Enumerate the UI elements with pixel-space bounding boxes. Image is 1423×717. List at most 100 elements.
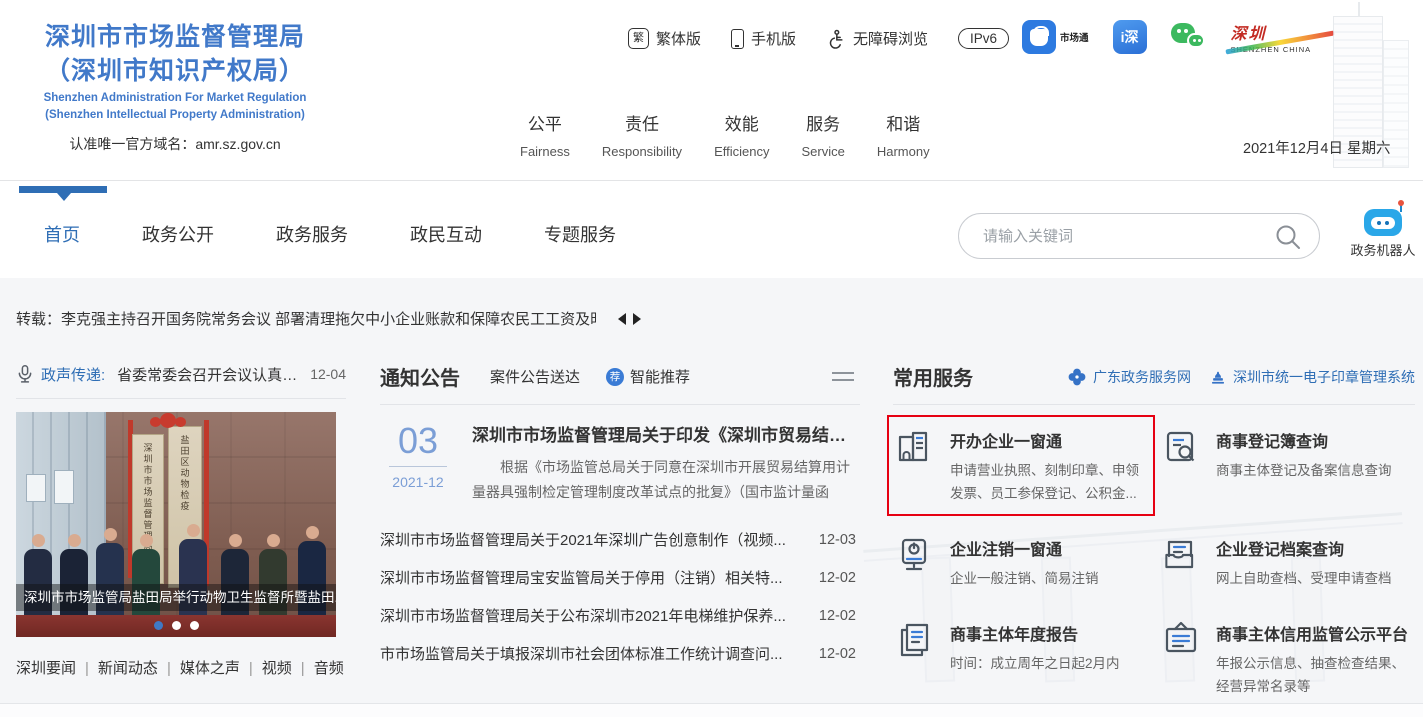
carousel-dots <box>16 621 336 630</box>
slogan-service: 服务 Service <box>801 115 845 159</box>
stamp-icon <box>1209 368 1227 386</box>
service-card-archive-query[interactable]: 企业登记档案查询 网上自助查档、受理申请查档 <box>1159 534 1415 590</box>
mobile-version-link[interactable]: 手机版 <box>731 28 796 49</box>
featured-notice[interactable]: 03 2021-12 深圳市市场监督管理局关于印发《深圳市贸易结算... 根据《… <box>380 421 860 505</box>
ticker-prev-icon[interactable] <box>618 312 626 325</box>
header-quick-links: 繁 繁体版 手机版 无障碍浏览 IPv6 <box>628 28 1010 49</box>
power-device-icon <box>893 534 937 578</box>
news-carousel-photo[interactable]: 深圳市市场监督管理局 盐田区动物检疫 深圳市市场监管局盐田局举行动物卫生监督所暨… <box>16 412 336 637</box>
nav-item-interaction[interactable]: 政民互动 <box>410 221 482 247</box>
business-building-icon <box>893 426 937 470</box>
guangdong-gov-service-link[interactable]: 广东政务服务网 <box>1067 367 1191 387</box>
services-divider <box>893 404 1415 405</box>
shichangtong-app-icon[interactable]: 市场通 <box>1022 20 1089 54</box>
more-list-icon[interactable] <box>832 367 854 386</box>
current-date: 2021年12月4日 星期六 <box>1243 141 1391 157</box>
pinwheel-icon <box>1067 367 1087 387</box>
notice-list: 深圳市市场监督管理局关于2021年深圳广告创意制作（视频... 12-03 深圳… <box>380 513 860 665</box>
service-card-credit-platform[interactable]: 商事主体信用监管公示平台 年报公示信息、抽查检查结果、经营异常名录等 <box>1159 619 1415 698</box>
notice-row[interactable]: 深圳市市场监督管理局关于公布深圳市2021年电梯维护保养... 12-02 <box>380 589 860 627</box>
service-card-deregister[interactable]: 企业注销一窗通 企业一般注销、简易注销 <box>893 534 1159 590</box>
site-header: 深圳市市场监督管理局 （深圳市知识产权局） Shenzhen Administr… <box>0 0 1423 180</box>
notice-row[interactable]: 深圳市市场监督管理局宝安监管局关于停用（注销）相关特... 12-02 <box>380 551 860 589</box>
wechat-icon[interactable] <box>1170 21 1207 53</box>
archive-tray-icon <box>1159 534 1203 578</box>
main-content: 转载：李克强主持召开国务院常务会议 部署清理拖欠中小企业账款和保障农民工工资及时… <box>0 278 1423 703</box>
ticker-headline[interactable]: 转载：李克强主持召开国务院常务会议 部署清理拖欠中小企业账款和保障农民工工资及时… <box>16 308 596 329</box>
accessibility-label: 无障碍浏览 <box>853 31 929 48</box>
notice-row[interactable]: 市市场监管局关于填报深圳市社会团体标准工作统计调查问... 12-02 <box>380 627 860 665</box>
site-logo[interactable]: 深圳市市场监督管理局 （深圳市知识产权局） Shenzhen Administr… <box>25 20 325 154</box>
notices-divider <box>380 404 860 405</box>
slogan-row: 公平 Fairness 责任 Responsibility 效能 Efficiency… <box>520 110 930 159</box>
ipv6-badge[interactable]: IPv6 <box>958 28 1010 49</box>
news-divider <box>16 398 346 399</box>
traditional-icon: 繁 <box>628 28 649 49</box>
carousel-dot-1[interactable] <box>153 621 163 630</box>
link-audio[interactable]: 音频 <box>314 657 344 678</box>
logo-title-line1: 深圳市市场监督管理局 <box>44 23 305 51</box>
policy-voice-headline[interactable]: 省委常委会召开会议认真学... <box>117 364 302 385</box>
service-card-registry-query[interactable]: 商事登记簿查询 商事主体登记及备案信息查询 <box>1159 426 1415 505</box>
search-box <box>958 213 1320 259</box>
ishenzhen-app-icon[interactable]: i深 <box>1112 20 1147 54</box>
policy-voice-date: 12-04 <box>310 366 346 382</box>
mobile-label: 手机版 <box>751 31 797 48</box>
search-icon[interactable] <box>1273 222 1303 252</box>
slogan-harmony: 和谐 Harmony <box>876 115 930 159</box>
news-ticker: 转载：李克强主持召开国务院常务会议 部署清理拖欠中小企业账款和保障农民工工资及时… <box>16 308 641 329</box>
page: 深圳市市场监督管理局 （深圳市知识产权局） Shenzhen Administr… <box>0 0 1423 717</box>
service-card-annual-report[interactable]: 商事主体年度报告 时间：成立周年之日起2月内 <box>893 619 1159 698</box>
featured-notice-title[interactable]: 深圳市市场监督管理局关于印发《深圳市贸易结算... <box>472 421 860 446</box>
link-shenzhen-news[interactable]: 深圳要闻 <box>16 657 98 678</box>
nav-item-home[interactable]: 首页 <box>44 221 80 247</box>
nav-item-gov-disclosure[interactable]: 政务公开 <box>142 221 214 247</box>
search-input[interactable] <box>983 224 1263 248</box>
featured-month: 2021-12 <box>392 474 444 490</box>
services-title: 常用服务 <box>893 368 973 390</box>
phone-icon <box>731 28 745 49</box>
featured-notice-excerpt: 根据《市场监管总局关于同意在深圳市开展贸易结算用计量器具强制检定管理制度改革试点… <box>472 459 850 500</box>
logo-title-line2: （深圳市知识产权局） <box>44 57 305 85</box>
link-news-updates[interactable]: 新闻动态 <box>98 657 180 678</box>
carousel-dot-3[interactable] <box>189 621 199 630</box>
eseal-system-link[interactable]: 深圳市统一电子印章管理系统 <box>1209 367 1415 387</box>
main-nav: 首页 政务公开 政务服务 政民互动 专题服务 政务机器人 <box>0 180 1423 278</box>
robot-label: 政务机器人 <box>1350 243 1416 258</box>
link-video[interactable]: 视频 <box>262 657 314 678</box>
nav-item-gov-services[interactable]: 政务服务 <box>276 221 348 247</box>
robot-icon <box>1364 200 1404 236</box>
logo-subtitle-line2: (Shenzhen Intellectual Property Administ… <box>45 109 305 121</box>
featured-day: 03 <box>397 420 439 461</box>
recommend-badge-icon: 荐 <box>606 367 625 386</box>
traditional-version-link[interactable]: 繁 繁体版 <box>628 28 701 49</box>
carousel-caption[interactable]: 深圳市市场监管局盐田局举行动物卫生监督所暨盐田... <box>16 584 336 611</box>
nav-item-special-services[interactable]: 专题服务 <box>544 221 616 247</box>
shichangtong-icon <box>1022 20 1056 54</box>
notice-row[interactable]: 深圳市市场监督管理局关于2021年深圳广告创意制作（视频... 12-03 <box>380 513 860 551</box>
gov-robot-assistant[interactable]: 政务机器人 <box>1346 200 1420 259</box>
ticker-next-icon[interactable] <box>633 312 641 325</box>
smart-recommend-toggle[interactable]: 荐 智能推荐 <box>606 366 690 387</box>
notices-column: 通知公告 案件公告送达 荐 智能推荐 03 2021-12 深圳市市场监督管理局… <box>380 362 860 665</box>
featured-date-box: 03 2021-12 <box>380 421 456 505</box>
accessibility-link[interactable]: 无障碍浏览 <box>826 28 928 49</box>
shichangtong-label: 市场通 <box>1060 33 1089 44</box>
hanging-board-icon <box>1159 619 1203 663</box>
accessibility-icon <box>826 29 846 49</box>
policy-voice-label[interactable]: 政声传递: <box>41 364 105 385</box>
official-domain-note: 认准唯一官方域名：amr.sz.gov.cn <box>69 136 281 152</box>
policy-voice-row: 政声传递: 省委常委会召开会议认真学... 12-04 <box>16 362 346 386</box>
tab-case-announcements[interactable]: 案件公告送达 <box>490 366 580 387</box>
carousel-dot-2[interactable] <box>171 621 181 630</box>
traditional-label: 繁体版 <box>656 31 702 48</box>
logo-subtitle-line1: Shenzhen Administration For Market Regul… <box>43 92 307 104</box>
smart-recommend-label: 智能推荐 <box>630 369 691 386</box>
notices-title[interactable]: 通知公告 <box>380 362 460 391</box>
page-bottom-strip <box>0 703 1423 717</box>
service-card-open-business[interactable]: 开办企业一窗通 申请营业执照、刻制印章、申领发票、员工参保登记、公积金... <box>887 415 1155 516</box>
services-column: 常用服务 广东政务服务网 深圳市统一电子印章管理系统 开办企业一窗通 申请营业执… <box>887 362 1415 698</box>
document-search-icon <box>1159 426 1203 470</box>
link-media-voice[interactable]: 媒体之声 <box>180 657 262 678</box>
header-app-icons: 市场通 i深 深圳 SHENZHEN CHINA <box>1022 20 1335 55</box>
